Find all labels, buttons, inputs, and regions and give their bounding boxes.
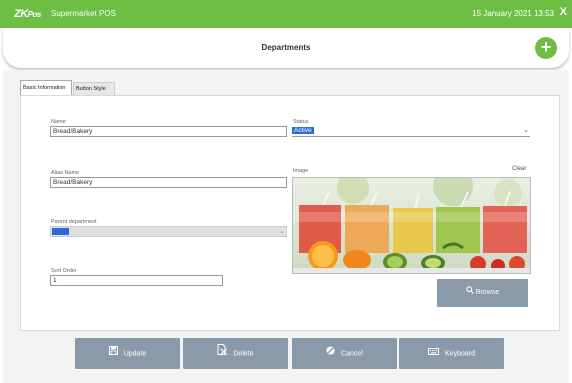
name-label: Name	[51, 119, 66, 125]
page-title: Departments	[261, 43, 311, 52]
delete-icon	[217, 338, 228, 369]
keyboard-button[interactable]: Keyboard	[399, 338, 504, 369]
page-header: Departments +	[3, 28, 569, 68]
save-icon	[108, 338, 118, 369]
title-bar: ZKPos Supermarket POS 15 January 2021 13…	[0, 0, 572, 28]
tab-button-style[interactable]: Button Style	[73, 82, 115, 95]
alias-name-label: Alias Name	[51, 170, 80, 176]
datetime: 15 January 2021 13:53	[472, 9, 554, 18]
department-image	[292, 177, 531, 274]
browse-button[interactable]: Browse	[437, 279, 528, 307]
plus-icon: +	[540, 37, 552, 57]
sort-order-label: Sort Order	[51, 268, 77, 274]
cancel-button[interactable]: Cancel	[292, 338, 397, 369]
selection-highlight	[52, 228, 69, 235]
status-select[interactable]: Active ⌄	[292, 126, 530, 137]
update-button[interactable]: Update	[75, 338, 180, 369]
keyboard-icon	[428, 338, 440, 369]
status-value: Active	[292, 127, 314, 134]
parent-department-label: Parent department	[51, 219, 97, 225]
parent-department-select[interactable]: ⌄	[50, 226, 287, 237]
sort-order-field[interactable]: 1	[50, 275, 223, 286]
search-icon	[466, 286, 476, 296]
chevron-down-icon: ⌄	[523, 127, 529, 134]
juice-fruit-photo	[293, 178, 530, 273]
name-field[interactable]: Bread/Bakery	[50, 126, 287, 137]
delete-button[interactable]: Delete	[183, 338, 288, 369]
add-button[interactable]: +	[535, 37, 557, 59]
cancel-icon	[326, 338, 335, 369]
image-label: Image	[293, 168, 309, 174]
app-logo: ZKPos	[14, 8, 41, 20]
app-name: Supermarket POS	[51, 9, 116, 18]
chevron-down-icon: ⌄	[279, 228, 285, 235]
status-label: Status	[293, 119, 309, 125]
tab-basic-information[interactable]: Basic Information	[20, 80, 72, 95]
close-icon[interactable]: X	[560, 6, 567, 18]
clear-image-link[interactable]: Clear	[512, 166, 526, 172]
alias-name-field[interactable]: Bread/Bakery	[50, 177, 287, 188]
